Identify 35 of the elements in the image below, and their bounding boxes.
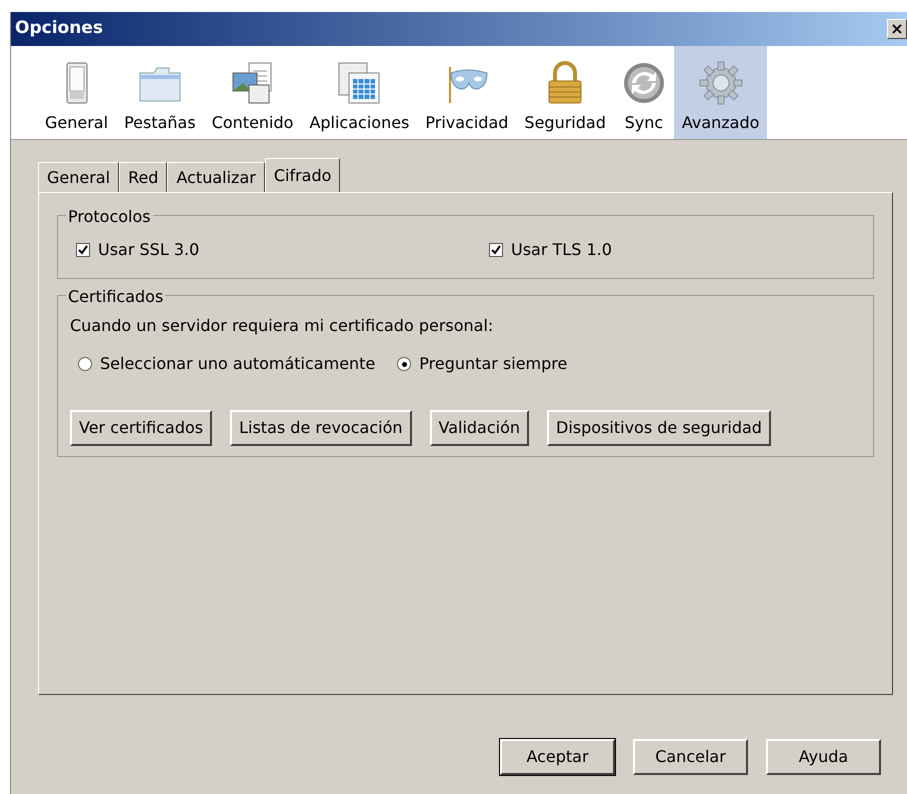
gear-icon (698, 61, 743, 105)
tab[interactable]: Red (119, 162, 168, 192)
tab[interactable]: General (38, 162, 120, 192)
checkbox-label: Usar TLS 1.0 (511, 239, 612, 261)
tab[interactable]: Actualizar (167, 162, 265, 192)
preference-pane-tab[interactable]: Avanzado (674, 46, 768, 139)
sync-icon (622, 61, 666, 105)
preference-pane-tab[interactable]: Pestañas (116, 46, 204, 139)
dialog-button[interactable]: Ver certificados (70, 410, 212, 446)
check-icon (491, 245, 501, 255)
radio-button[interactable] (78, 357, 92, 371)
preference-pane-tab[interactable]: General (37, 46, 116, 139)
prompt-text: Cuando un servidor requiera mi certificado personal: (70, 315, 494, 337)
window-title: Opciones (15, 17, 103, 40)
dialog-button[interactable]: Ayuda (766, 739, 881, 775)
preference-pane-tab[interactable]: Privacidad (417, 46, 516, 139)
dialog-button[interactable]: Validación (430, 410, 530, 446)
window-grid-icon (337, 61, 382, 105)
radio-button[interactable] (397, 357, 412, 371)
preference-pane-tab[interactable]: Sync (614, 46, 674, 139)
preference-pane-tab[interactable]: Aplicaciones (301, 46, 418, 139)
radio-label: Seleccionar uno automáticamente (100, 353, 376, 375)
close-button[interactable]: × (887, 19, 907, 39)
preference-pane-tab[interactable]: Contenido (204, 46, 302, 139)
radio-label: Preguntar siempre (419, 353, 568, 375)
checkbox-label: Usar SSL 3.0 (98, 239, 200, 261)
tab[interactable]: Cifrado (264, 158, 340, 192)
preference-pane-tab[interactable]: Seguridad (516, 46, 614, 139)
checkbox[interactable] (489, 243, 503, 257)
dialog-button[interactable]: Dispositivos de seguridad (547, 410, 771, 446)
dialog-button[interactable]: Listas de revocación (230, 410, 412, 446)
dialog-button[interactable]: Cancelar (633, 739, 748, 775)
checkbox[interactable] (76, 243, 90, 257)
dialog-button[interactable]: Aceptar (500, 739, 615, 775)
check-icon (78, 245, 88, 255)
